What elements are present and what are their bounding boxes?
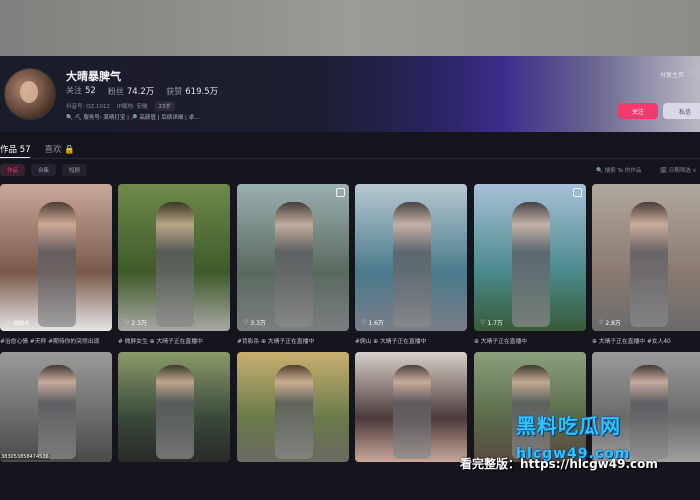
heart-icon: ♡ xyxy=(124,319,130,326)
search-works-input[interactable]: 🔍 搜索 Ta 的作品 xyxy=(596,166,641,174)
thumbnail-figure xyxy=(630,365,668,459)
like-count-value: 2.3万 xyxy=(131,320,147,327)
thumbnail-figure xyxy=(38,201,76,327)
profile-header: 大晴暴脾气 关注 52 粉丝 74.2万 获赞 619.5万 抖音号: QZ.1012… xyxy=(0,56,700,132)
multi-image-icon xyxy=(573,188,582,197)
message-button[interactable]: 私信 xyxy=(663,103,700,119)
like-count-value: 3.3万 xyxy=(250,320,266,327)
like-count: ♡ 3.3万 xyxy=(243,318,266,327)
heart-icon: ♡ xyxy=(6,320,12,327)
like-count-value: 1.7万 xyxy=(487,320,503,327)
video-card[interactable] xyxy=(237,352,349,462)
profile-tabs: 作品 57 喜欢 🔒 xyxy=(0,140,700,158)
like-count-value: 1.6万 xyxy=(368,320,384,327)
promo-text: 看完整版：https://hlcgw49.com xyxy=(460,457,658,471)
video-card[interactable]: ♡ 2.3万 xyxy=(118,184,230,331)
following-stat[interactable]: 关注 52 xyxy=(66,85,96,97)
video-card[interactable]: ♡ 1.7万 xyxy=(474,184,586,331)
thumbnail-figure xyxy=(630,201,668,327)
douyin-id: 抖音号: QZ.1012 xyxy=(66,104,110,110)
video-card[interactable] xyxy=(118,352,230,462)
video-card[interactable]: ♡ 8994 xyxy=(0,184,112,331)
filter-works[interactable]: 作品 xyxy=(0,164,26,176)
date-filter-dropdown[interactable]: 🗓 日期筛选 ∨ xyxy=(660,166,697,174)
top-blur-bar xyxy=(0,0,700,56)
filter-collections[interactable]: 合集 xyxy=(31,164,57,176)
profile-meta: 抖音号: QZ.1012 IP属地: 安徽 23岁 xyxy=(66,101,175,111)
avatar[interactable] xyxy=(4,68,56,120)
heart-icon: ♡ xyxy=(361,319,367,326)
like-count-value: 8994 xyxy=(13,320,29,327)
thumbnail-figure xyxy=(156,201,194,327)
filter-short-dramas[interactable]: 短剧 xyxy=(62,164,88,176)
heart-icon: ♡ xyxy=(598,319,604,326)
avatar-face xyxy=(20,81,38,103)
multi-image-icon xyxy=(336,188,345,197)
video-caption[interactable]: ⊕ 大晴子正在直播中 xyxy=(474,336,586,345)
video-caption[interactable]: # 微胖女生 ⊕ 大晴子正在直播中 xyxy=(118,336,230,345)
video-caption[interactable]: #治愈心情 #天秤 #期待你的突然出现 xyxy=(0,336,112,345)
profile-bio: 🔍 ⛏ 服务号: 某晴打宝 | 🔎 高颜值 | 后续详细 | 卓... xyxy=(66,115,200,121)
thumbnail-figure xyxy=(275,365,313,459)
tab-likes[interactable]: 喜欢 🔒 xyxy=(45,143,75,155)
heart-icon: ♡ xyxy=(243,319,249,326)
video-card[interactable]: ♡ 3.3万 xyxy=(237,184,349,331)
thumbnail-figure xyxy=(393,365,431,459)
thumbnail-figure xyxy=(275,201,313,327)
follow-button[interactable]: 关注 xyxy=(618,103,658,119)
likes-stat: 获赞 619.5万 xyxy=(166,87,219,97)
like-count: ♡ 1.7万 xyxy=(480,318,503,327)
thumbnail-figure xyxy=(38,365,76,459)
share-profile-link[interactable]: 分享主页 xyxy=(660,70,684,79)
work-filters: 作品 合集 短剧 xyxy=(0,164,88,176)
tab-divider xyxy=(0,158,700,159)
video-card[interactable] xyxy=(355,352,467,462)
thumbnail-figure xyxy=(512,201,550,327)
like-count: ♡ 2.8万 xyxy=(598,318,621,327)
video-card[interactable]: ♡ 2.8万 xyxy=(592,184,700,331)
like-count: ♡ 2.3万 xyxy=(124,318,147,327)
video-caption[interactable]: #背影杀 ⊕ 大晴子正在直播中 xyxy=(237,336,349,345)
video-caption[interactable]: ⊕ 大晴子正在直播中 #女人40 xyxy=(592,336,700,345)
age-badge: 23岁 xyxy=(154,101,175,111)
video-card[interactable]: 3830538584745​36 xyxy=(0,352,112,462)
more-options-icon[interactable]: ··· xyxy=(690,68,698,77)
video-card[interactable]: ♡ 1.6万 xyxy=(355,184,467,331)
like-count: ♡ 1.6万 xyxy=(361,318,384,327)
tab-works[interactable]: 作品 57 xyxy=(0,143,31,155)
profile-name: 大晴暴脾气 xyxy=(66,70,121,83)
profile-stats: 关注 52 粉丝 74.2万 获赞 619.5万 xyxy=(66,85,218,97)
thumbnail-figure xyxy=(393,201,431,327)
like-count: ♡ 8994 xyxy=(6,320,29,327)
ip-location: IP属地: 安徽 xyxy=(116,104,148,110)
thumbnail-overlay-text: 3830538584745​36 xyxy=(0,454,50,460)
like-count-value: 2.8万 xyxy=(605,320,621,327)
thumbnail-figure xyxy=(156,365,194,459)
followers-stat[interactable]: 粉丝 74.2万 xyxy=(108,85,154,97)
video-caption[interactable]: #爬山 ⊕ 大晴子正在直播中 xyxy=(355,336,467,345)
heart-icon: ♡ xyxy=(480,319,486,326)
